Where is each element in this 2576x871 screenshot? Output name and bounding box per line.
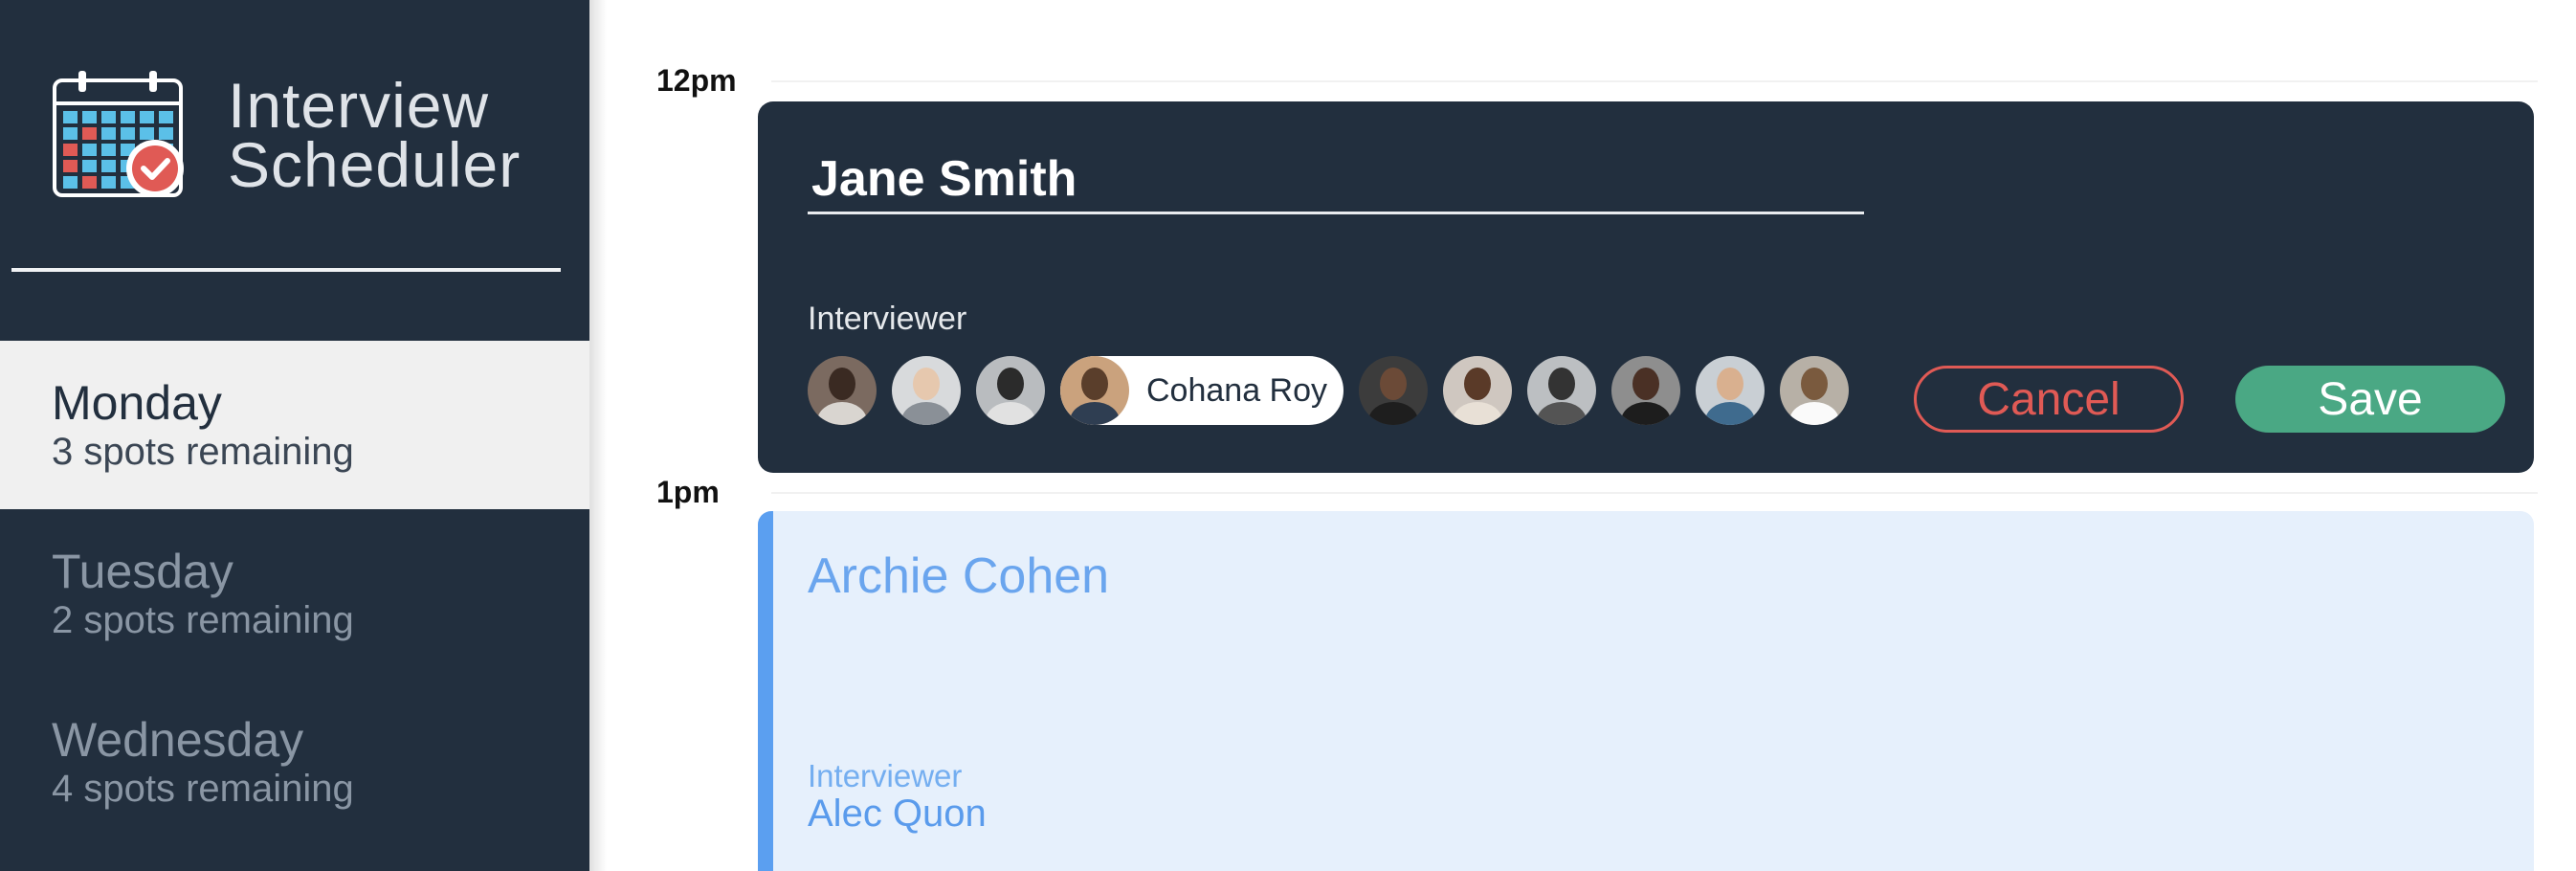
interviewer-list: Cohana Roy [808, 356, 1864, 425]
calendar-cell [140, 127, 154, 140]
selected-interviewer-name: Cohana Roy [1146, 371, 1328, 409]
day-name: Tuesday [52, 545, 233, 598]
calendar-cell [82, 127, 97, 140]
sidebar: Interview Scheduler Monday 3 spots remai… [0, 0, 589, 871]
save-button[interactable]: Save [2235, 366, 2505, 433]
calendar-cell [82, 111, 97, 123]
day-spots: 4 spots remaining [52, 768, 354, 810]
cancel-button[interactable]: Cancel [1914, 366, 2184, 433]
appointment-edit-form: Interviewer Cohana Roy Cancel Save [758, 101, 2534, 473]
day-item-tuesday[interactable]: Tuesday 2 spots remaining [0, 509, 589, 678]
interviewer-avatar[interactable] [1696, 356, 1765, 425]
calendar-cell [82, 160, 97, 172]
calendar-cell [63, 160, 78, 172]
interviewer-avatar[interactable] [1359, 356, 1428, 425]
calendar-check-icon [53, 71, 184, 197]
calendar-cell [101, 127, 116, 140]
app-root: Interview Scheduler Monday 3 spots remai… [0, 0, 2576, 871]
day-name: Monday [52, 376, 222, 430]
time-line [771, 80, 2538, 82]
day-item-monday[interactable]: Monday 3 spots remaining [0, 341, 589, 509]
selected-interviewer-chip[interactable]: Cohana Roy [1060, 356, 1344, 425]
brand: Interview Scheduler [52, 69, 521, 201]
interviewer-avatar [1060, 356, 1129, 425]
sidebar-shadow [589, 0, 607, 871]
day-spots: 3 spots remaining [52, 431, 354, 473]
calendar-cell [63, 176, 78, 189]
appointment-accent-bar [758, 511, 773, 871]
day-list: Monday 3 spots remaining Tuesday 2 spots… [0, 341, 589, 846]
day-name: Wednesday [52, 713, 304, 767]
student-name-input[interactable] [808, 145, 1864, 214]
calendar-cell [63, 111, 78, 123]
calendar-cell [82, 176, 97, 189]
calendar-cell [101, 111, 116, 123]
appointment-card[interactable]: Archie Cohen Interviewer Alec Quon [758, 511, 2534, 871]
day-item-wednesday[interactable]: Wednesday 4 spots remaining [0, 678, 589, 846]
calendar-cell [159, 111, 173, 123]
interviewer-avatar[interactable] [1780, 356, 1849, 425]
app-title-line1: Interview [228, 70, 490, 141]
appointment-interviewer-label: Interviewer [808, 758, 963, 793]
app-title-line2: Scheduler [228, 129, 522, 200]
time-label-12pm: 12pm [656, 63, 737, 98]
appointment-interviewer-name: Alec Quon [808, 793, 987, 835]
interviewer-label: Interviewer [808, 301, 967, 337]
interviewer-avatar[interactable] [892, 356, 961, 425]
appointment-student-name: Archie Cohen [808, 548, 1110, 604]
calendar-cell [159, 127, 173, 140]
calendar-cell [101, 176, 116, 189]
calendar-cell [121, 111, 135, 123]
calendar-cell [63, 127, 78, 140]
calendar-cell [121, 127, 135, 140]
interviewer-avatar[interactable] [976, 356, 1045, 425]
interviewer-avatar[interactable] [808, 356, 877, 425]
sidebar-divider [11, 268, 561, 272]
calendar-cell [101, 144, 116, 156]
calendar-cell [63, 144, 78, 156]
time-label-1pm: 1pm [656, 475, 720, 509]
interviewer-avatar[interactable] [1443, 356, 1512, 425]
calendar-cell [140, 111, 154, 123]
time-line [771, 492, 2538, 494]
app-title: Interview Scheduler [228, 70, 522, 200]
calendar-cell [82, 144, 97, 156]
interviewer-avatar[interactable] [1527, 356, 1596, 425]
interviewer-avatar[interactable] [1611, 356, 1680, 425]
day-spots: 2 spots remaining [52, 599, 354, 641]
calendar-cell [101, 160, 116, 172]
